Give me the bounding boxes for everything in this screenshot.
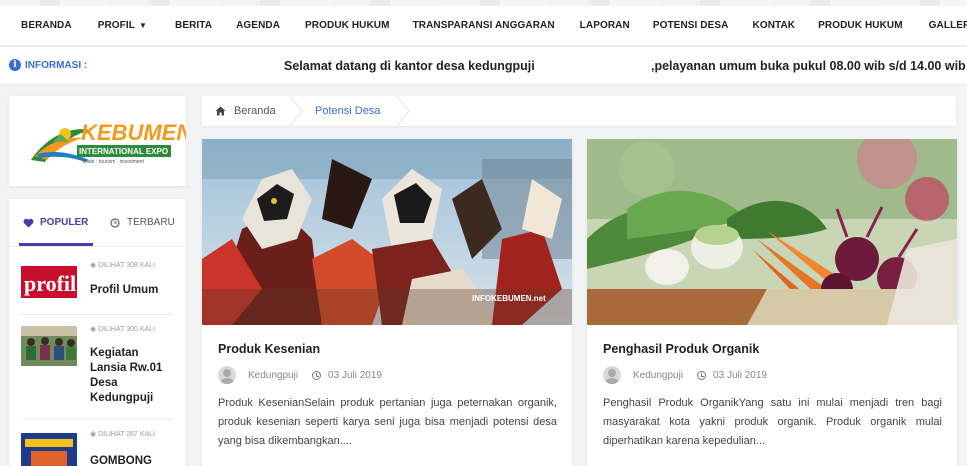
post-author[interactable]: Kedungpuji <box>248 370 298 381</box>
tab-populer[interactable]: POPULER <box>23 217 88 228</box>
heart-icon <box>23 218 34 228</box>
post-excerpt: Penghasil Produk OrganikYang satu ini mu… <box>603 397 942 447</box>
post-card[interactable]: Penghasil Produk Organik Kedungpuji 03 J… <box>587 139 957 466</box>
logo-wordmark: KEBUMEN <box>81 120 186 145</box>
nav-produk-hukum[interactable]: PRODUK HUKUM <box>305 20 390 31</box>
eye-icon: ◉ <box>90 326 97 333</box>
clock-icon <box>312 370 322 380</box>
nav-transparansi-anggaran[interactable]: TRANSPARANSI ANGGARAN <box>413 20 555 31</box>
ticker-message: Selamat datang di kantor desa kedungpuji <box>284 59 535 73</box>
kesenian-image[interactable]: INFOKEBUMEN.net <box>202 139 572 325</box>
post-title[interactable]: Penghasil Produk Organik <box>603 342 759 356</box>
clock-icon <box>697 370 707 380</box>
nav-produk-hukum-2[interactable]: PRODUK HUKUM <box>818 20 903 31</box>
nav-berita[interactable]: BERITA <box>175 20 212 31</box>
popular-item[interactable]: profil ◉ DILIHAT 308 KALI Profil Umum <box>21 262 176 308</box>
popular-sidebar: POPULER TERBARU profil ◉ DILIHAT 308 KAL… <box>9 199 186 466</box>
eye-icon: ◉ <box>90 431 97 438</box>
divider <box>21 419 174 420</box>
info-icon: i <box>9 59 21 71</box>
image-watermark: INFOKEBUMEN.net <box>472 294 546 303</box>
breadcrumb-home[interactable]: Beranda <box>215 105 276 117</box>
profil-thumbnail-text: profil <box>24 271 76 296</box>
gombong-thumbnail <box>21 433 77 466</box>
clock-icon <box>110 217 120 228</box>
post-date: 03 Juli 2019 <box>713 369 767 381</box>
nav-profil-label: PROFIL <box>97 20 135 31</box>
profil-thumbnail: profil <box>21 262 77 302</box>
nav-gallery[interactable]: GALLERY <box>929 20 967 31</box>
popular-item-title: Kegiatan Lansia Rw.01 Desa Kedungpuji <box>90 347 163 404</box>
popular-item[interactable]: ◉ DILIHAT 267 KALI GOMBONG <box>21 431 176 466</box>
popular-item-title: GOMBONG <box>90 455 152 466</box>
popular-item-title: Profil Umum <box>90 284 159 296</box>
info-ticker: i INFORMASI : Selamat datang di kantor d… <box>0 47 967 85</box>
nav-beranda[interactable]: BERANDA <box>21 20 72 31</box>
home-icon <box>215 106 226 116</box>
nav-kontak[interactable]: KONTAK <box>753 20 796 31</box>
kebumen-expo-logo: KEBUMEN INTERNATIONAL EXPO trade · touri… <box>31 120 193 165</box>
caret-down-icon: ▼ <box>138 21 147 30</box>
logo-tagline: trade · tourism · investment <box>83 159 144 165</box>
view-count: ◉ DILIHAT 267 KALI <box>90 431 155 438</box>
post-title[interactable]: Produk Kesenian <box>218 342 320 356</box>
view-count: ◉ DILIHAT 308 KALI <box>90 262 155 269</box>
info-label: INFORMASI : <box>25 60 88 71</box>
nav-agenda[interactable]: AGENDA <box>236 20 280 31</box>
nav-potensi-desa[interactable]: POTENSI DESA <box>653 20 729 31</box>
breadcrumb-separator <box>396 96 410 126</box>
divider <box>21 314 174 315</box>
kebumen-expo-banner[interactable]: KEBUMEN INTERNATIONAL EXPO trade · touri… <box>9 96 193 186</box>
lansia-thumbnail <box>21 326 77 366</box>
logo-subtitle: INTERNATIONAL EXPO <box>79 147 168 156</box>
breadcrumb-current[interactable]: Potensi Desa <box>315 105 380 117</box>
post-author[interactable]: Kedungpuji <box>633 370 683 381</box>
organik-image[interactable] <box>587 139 957 325</box>
author-avatar-icon <box>218 366 236 384</box>
post-date: 03 Juli 2019 <box>328 369 382 381</box>
tab-populer-label: POPULER <box>40 217 89 228</box>
tab-terbaru-label: TERBARU <box>127 217 175 228</box>
nav-laporan[interactable]: LAPORAN <box>580 20 630 31</box>
breadcrumb: Beranda Potensi Desa <box>202 96 956 126</box>
sidebar-tabs: POPULER TERBARU <box>9 199 186 247</box>
post-meta: Kedungpuji 03 Juli 2019 <box>218 365 382 385</box>
post-meta: Kedungpuji 03 Juli 2019 <box>603 365 767 385</box>
main-navbar: BERANDA PROFIL ▼ BERITA AGENDA PRODUK HU… <box>0 6 967 46</box>
nav-profil[interactable]: PROFIL ▼ <box>98 20 147 31</box>
tab-terbaru[interactable]: TERBARU <box>110 217 175 228</box>
ticker-message-continued: ,pelayanan umum buka pukul 08.00 wib s/d… <box>651 59 967 73</box>
post-excerpt: Produk KesenianSelain produk pertanian j… <box>218 397 557 447</box>
breadcrumb-separator <box>289 96 303 126</box>
view-count: ◉ DILIHAT 300 KALI <box>90 326 155 333</box>
breadcrumb-home-label: Beranda <box>234 105 276 117</box>
popular-item[interactable]: ◉ DILIHAT 300 KALI Kegiatan Lansia Rw.01… <box>21 326 176 412</box>
author-avatar-icon <box>603 366 621 384</box>
eye-icon: ◉ <box>90 262 97 269</box>
active-tab-indicator <box>19 243 93 246</box>
post-card[interactable]: INFOKEBUMEN.net Produk Kesenian Kedungpu… <box>202 139 572 466</box>
